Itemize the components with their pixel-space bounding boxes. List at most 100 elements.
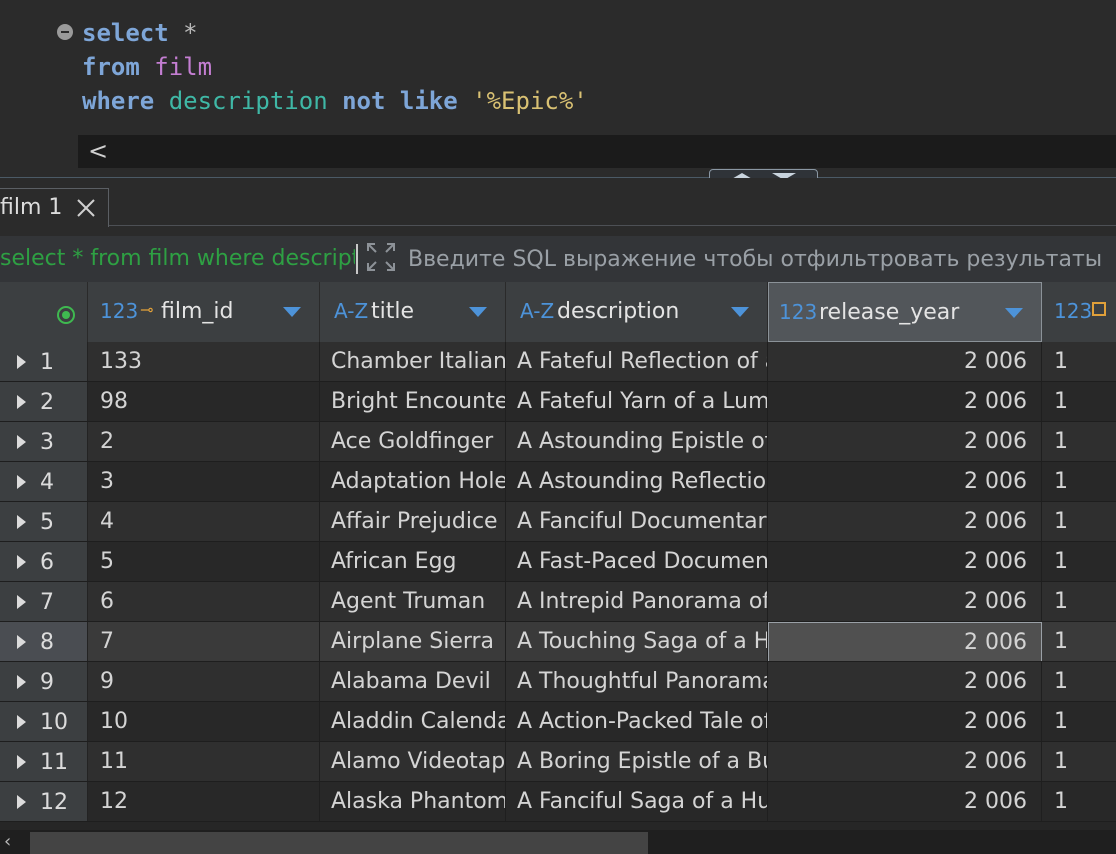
cell-description[interactable]: A Boring Epistle of a Bu <box>506 742 768 782</box>
expand-row-icon[interactable] <box>17 395 26 409</box>
cell-description[interactable]: A Astounding Reflection <box>506 462 768 502</box>
cell-release-year[interactable]: 2 006 <box>768 742 1042 782</box>
results-grid[interactable]: 123 ⊸ film_id A-Z title A-Z description … <box>0 282 1116 830</box>
editor-horizontal-scrollbar[interactable]: < <box>78 135 1116 168</box>
cell-title[interactable]: Adaptation Holes <box>320 462 506 502</box>
expand-icon[interactable] <box>366 242 396 272</box>
cell-lang[interactable]: 1 <box>1042 582 1116 622</box>
table-row[interactable]: 11 11 Alamo Videotape A Boring Epistle of a… <box>0 742 1116 782</box>
row-number-cell[interactable]: 2 <box>0 382 88 422</box>
select-all-icon[interactable] <box>57 306 75 324</box>
cell-description[interactable]: A Fateful Yarn of a Lum <box>506 382 768 422</box>
table-row[interactable]: 6 5 African Egg A Fast-Paced Document 2 006 1 <box>0 542 1116 582</box>
column-header-release-year[interactable]: 123 release_year <box>768 282 1042 342</box>
cell-release-year[interactable]: 2 006 <box>768 582 1042 622</box>
table-row[interactable]: 1 133 Chamber Italian A Fateful Reflection … <box>0 342 1116 382</box>
cell-lang[interactable]: 1 <box>1042 662 1116 702</box>
cell-film-id[interactable]: 5 <box>88 542 320 582</box>
cell-film-id[interactable]: 11 <box>88 742 320 782</box>
cell-description[interactable]: A Fanciful Documentary <box>506 502 768 542</box>
cell-title[interactable]: Alabama Devil <box>320 662 506 702</box>
row-number-cell[interactable]: 10 <box>0 702 88 742</box>
cell-film-id[interactable]: 98 <box>88 382 320 422</box>
cell-release-year[interactable]: 2 006 <box>768 662 1042 702</box>
row-number-cell[interactable]: 3 <box>0 422 88 462</box>
cell-release-year[interactable]: 2 006 <box>768 542 1042 582</box>
cell-lang[interactable]: 1 <box>1042 382 1116 422</box>
scrollbar-thumb[interactable] <box>30 832 648 854</box>
cell-film-id[interactable]: 4 <box>88 502 320 542</box>
grid-horizontal-scrollbar[interactable]: ‹ <box>0 830 1116 854</box>
table-row[interactable]: 3 2 Ace Goldfinger A Astounding Epistle of 2… <box>0 422 1116 462</box>
cell-title[interactable]: Alamo Videotape <box>320 742 506 782</box>
dropdown-arrow-icon[interactable] <box>1005 308 1023 318</box>
table-row[interactable]: 4 3 Adaptation Holes A Astounding Reflectio… <box>0 462 1116 502</box>
expand-row-icon[interactable] <box>17 635 26 649</box>
filter-input[interactable] <box>404 236 1112 282</box>
cell-film-id[interactable]: 12 <box>88 782 320 822</box>
column-header-description[interactable]: A-Z description <box>506 282 768 342</box>
cell-release-year[interactable]: 2 006 <box>768 622 1042 662</box>
cell-film-id[interactable]: 7 <box>88 622 320 662</box>
cell-description[interactable]: A Action-Packed Tale of <box>506 702 768 742</box>
expand-row-icon[interactable] <box>17 675 26 689</box>
cell-film-id[interactable]: 6 <box>88 582 320 622</box>
cell-description[interactable]: A Astounding Epistle of <box>506 422 768 462</box>
row-number-cell[interactable]: 8 <box>0 622 88 662</box>
filter-query-text[interactable]: select * from film where description not… <box>0 236 355 282</box>
cell-lang[interactable]: 1 <box>1042 342 1116 382</box>
row-number-cell[interactable]: 6 <box>0 542 88 582</box>
table-row[interactable]: 10 10 Aladdin Calendar A Action-Packed Tale… <box>0 702 1116 742</box>
cell-description[interactable]: A Fast-Paced Document <box>506 542 768 582</box>
cell-film-id[interactable]: 2 <box>88 422 320 462</box>
row-number-cell[interactable]: 5 <box>0 502 88 542</box>
cell-film-id[interactable]: 9 <box>88 662 320 702</box>
row-number-cell[interactable]: 1 <box>0 342 88 382</box>
row-number-cell[interactable]: 9 <box>0 662 88 702</box>
table-row[interactable]: 7 6 Agent Truman A Intrepid Panorama of 2 00… <box>0 582 1116 622</box>
cell-release-year[interactable]: 2 006 <box>768 342 1042 382</box>
cell-lang[interactable]: 1 <box>1042 782 1116 822</box>
expand-row-icon[interactable] <box>17 515 26 529</box>
fold-collapse-icon[interactable] <box>57 24 73 40</box>
cell-description[interactable]: A Thoughtful Panorama <box>506 662 768 702</box>
cell-description[interactable]: A Fanciful Saga of a Hu <box>506 782 768 822</box>
cell-release-year[interactable]: 2 006 <box>768 502 1042 542</box>
table-row[interactable]: 9 9 Alabama Devil A Thoughtful Panorama 2 00… <box>0 662 1116 702</box>
cell-title[interactable]: Chamber Italian <box>320 342 506 382</box>
cell-release-year[interactable]: 2 006 <box>768 782 1042 822</box>
expand-row-icon[interactable] <box>17 475 26 489</box>
cell-release-year[interactable]: 2 006 <box>768 462 1042 502</box>
column-header-language-id[interactable]: 123 <box>1042 282 1116 342</box>
dropdown-arrow-icon[interactable] <box>731 307 749 317</box>
row-number-cell[interactable]: 7 <box>0 582 88 622</box>
cell-title[interactable]: Bright Encounters <box>320 382 506 422</box>
cell-title[interactable]: Agent Truman <box>320 582 506 622</box>
table-row[interactable]: 8 7 Airplane Sierra A Touching Saga of a H2… <box>0 622 1116 662</box>
expand-row-icon[interactable] <box>17 355 26 369</box>
cell-title[interactable]: African Egg <box>320 542 506 582</box>
cell-lang[interactable]: 1 <box>1042 542 1116 582</box>
cell-title[interactable]: Airplane Sierra <box>320 622 506 662</box>
cell-description[interactable]: A Touching Saga of a H <box>506 622 768 662</box>
cell-description[interactable]: A Intrepid Panorama of <box>506 582 768 622</box>
table-row[interactable]: 2 98Bright EncountersA Fateful Yarn of a … <box>0 382 1116 422</box>
cell-release-year[interactable]: 2 006 <box>768 422 1042 462</box>
cell-lang[interactable]: 1 <box>1042 702 1116 742</box>
cell-lang[interactable]: 1 <box>1042 422 1116 462</box>
cell-film-id[interactable]: 3 <box>88 462 320 502</box>
cell-title[interactable]: Alaska Phantom <box>320 782 506 822</box>
cell-film-id[interactable]: 10 <box>88 702 320 742</box>
column-header-title[interactable]: A-Z title <box>320 282 506 342</box>
row-number-cell[interactable]: 4 <box>0 462 88 502</box>
cell-film-id[interactable]: 133 <box>88 342 320 382</box>
expand-row-icon[interactable] <box>17 715 26 729</box>
cell-lang[interactable]: 1 <box>1042 742 1116 782</box>
dropdown-arrow-icon[interactable] <box>469 307 487 317</box>
expand-row-icon[interactable] <box>17 555 26 569</box>
expand-row-icon[interactable] <box>17 755 26 769</box>
cell-lang[interactable]: 1 <box>1042 502 1116 542</box>
table-row[interactable]: 12 12 Alaska Phantom A Fanciful Saga of a H… <box>0 782 1116 822</box>
table-row[interactable]: 5 4 Affair Prejudice A Fanciful Documentary… <box>0 502 1116 542</box>
cell-title[interactable]: Ace Goldfinger <box>320 422 506 462</box>
